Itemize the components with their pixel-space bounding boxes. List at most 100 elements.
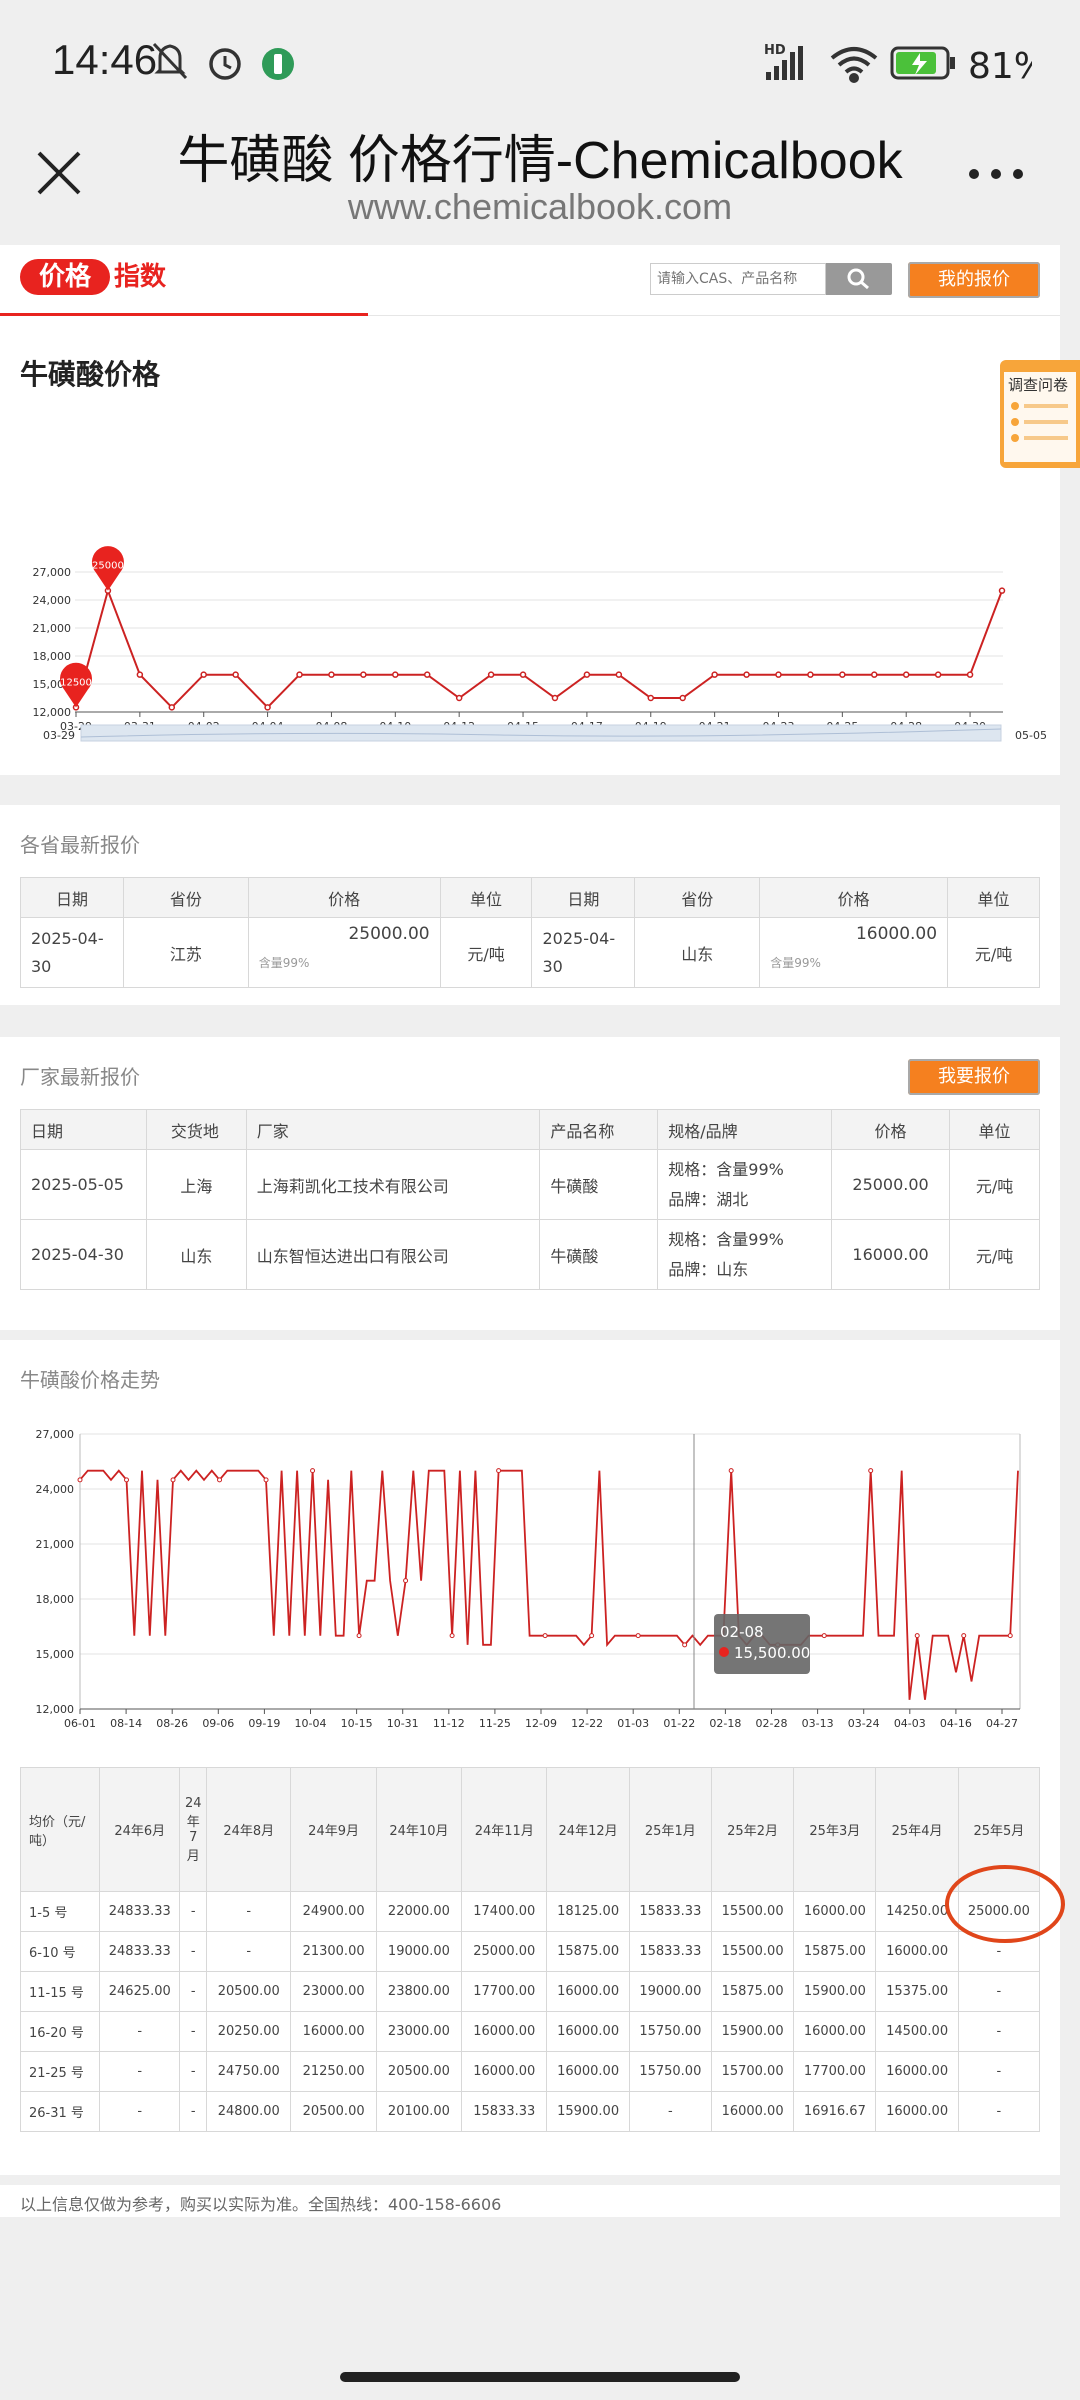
table-row: 21-25 号 - -24750.00 21250.00 20500.00 16000.0… [19,2051,1041,2092]
value-cell: 20250.00 [206,2011,292,2052]
data-point [775,671,782,678]
value-cell: - [179,2011,208,2052]
spec-note: 含量99% [770,956,821,970]
col-header: 日期 [20,1109,147,1150]
col-header: 日期 [531,877,636,918]
tab-price[interactable]: 价格 [20,259,110,295]
data-point [449,1633,455,1639]
data-point [868,1468,874,1474]
data-point [647,694,655,702]
date-cell: 2025-04-30 [20,917,124,988]
value-cell: 16000.00 [710,2091,795,2132]
date-cell: 2025-04-30 [20,1219,147,1290]
y-tick-label: 27,000 [36,1428,75,1441]
date-cell: 2025-04-30 [531,917,636,988]
x-tick-label: 10-15 [341,1717,373,1730]
search-input[interactable] [650,263,826,295]
price-cell: 25000.00 含量99% [247,917,441,988]
zoom-start-label: 03-29 [43,729,75,742]
value-cell: 20500.00 [290,2091,377,2132]
col-header: 厂家 [245,1109,541,1150]
more-options-icon[interactable] [966,164,1026,184]
brand-text: 品牌：山东 [668,1259,749,1279]
data-point [542,1633,548,1639]
value-cell: 15750.00 [628,2011,712,2052]
col-header: 单位 [439,877,533,918]
month-header: 24年11月 [461,1767,548,1892]
search-button[interactable] [826,263,892,295]
col-header: 单位 [947,877,1040,918]
spec-cell: 规格：含量99% 品牌：湖北 [657,1149,833,1220]
value-cell: - [179,2091,208,2132]
value-cell: 20500.00 [375,2051,463,2092]
col-header: 规格/品牌 [657,1109,833,1150]
my-quote-button[interactable]: 我的报价 [908,262,1040,298]
data-point [934,671,942,678]
x-tick-label: 12-09 [525,1717,557,1730]
x-tick-label: 04-16 [940,1717,972,1730]
value-cell: 23000.00 [375,2011,463,2052]
x-tick-label: 01-22 [663,1717,695,1730]
col-header: 产品名称 [539,1109,659,1150]
table-row: 1-5 号 24833.33- -24900.00 22000.00 17400.00 1… [19,1891,1041,1932]
province-panel: 各省最新报价 日期 省份 价格 单位 日期 省份 价格 单位 2025-04-3… [0,805,1060,1005]
product-cell: 牛磺酸 [539,1219,659,1290]
x-tick-label: 01-03 [617,1717,649,1730]
home-indicator[interactable] [340,2372,740,2382]
month-header: 25年2月 [710,1767,795,1892]
table-row: 6-10 号 24833.33- -21300.00 19000.00 25000.00… [19,1931,1041,1972]
data-point [496,1468,502,1474]
col-header: 价格 [247,877,441,918]
data-point [168,704,176,711]
value-cell: 20100.00 [375,2091,463,2132]
data-point [961,1633,967,1639]
x-tick-label: 02-18 [709,1717,741,1730]
data-point [310,1468,316,1474]
x-tick-label: 08-26 [156,1717,188,1730]
data-point [77,1477,83,1483]
submit-quote-button[interactable]: 我要报价 [908,1059,1040,1095]
x-tick-label: 09-06 [202,1717,234,1730]
browser-navbar: 牛磺酸 价格行情-Chemicalbook www.chemicalbook.c… [0,100,1080,245]
col-header: 单位 [949,1109,1040,1150]
value-cell: 16000.00 [546,2011,630,2052]
value-cell: 15833.33 [628,1891,712,1932]
company-cell[interactable]: 上海莉凯化工技术有限公司 [245,1149,541,1220]
month-header: 24年6月 [99,1767,181,1892]
table-row: 16-20 号 - -20250.00 16000.00 23000.00 16000.0… [19,2011,1041,2052]
province-section-title: 各省最新报价 [20,833,140,857]
company-cell[interactable]: 山东智恒达进出口有限公司 [245,1219,541,1290]
data-point [635,1633,641,1639]
data-point [871,671,878,678]
survey-badge[interactable]: 调查问卷 [1000,360,1080,468]
tab-index[interactable]: 指数 [114,259,166,295]
tooltip-marker [719,1647,729,1657]
value-cell: 19000.00 [375,1931,463,1972]
x-tick-label: 04-27 [986,1717,1018,1730]
value-cell: 16000.00 [875,2091,959,2132]
data-point [264,704,271,711]
price-line-chart[interactable]: 12,00015,00018,00021,00024,00027,00003-2… [0,477,1060,769]
value-cell: 14500.00 [875,2011,959,2052]
price-cell: 25000.00 [831,1149,951,1220]
x-tick-label: 03-13 [802,1717,834,1730]
value-cell: 25000.00 [461,1931,548,1972]
month-header: 24年12月 [546,1767,630,1892]
value-cell: 17700.00 [793,2051,877,2092]
value-cell: 16000.00 [875,2051,959,2092]
corner-header: 均价（元/吨） [19,1767,101,1892]
x-tick-label: 10-04 [295,1717,327,1730]
y-tick-label: 24,000 [36,1483,75,1496]
province-cell: 江苏 [122,917,249,988]
x-tick-label: 09-19 [248,1717,280,1730]
search-icon [847,268,869,290]
data-point [966,671,974,678]
data-point [328,671,335,678]
app-notification-icon [262,48,294,80]
table-row: 11-15 号 24625.00-20500.00 23000.00 23800.00… [19,1971,1041,2012]
value-cell: 15375.00 [875,1971,959,2012]
spec-text: 规格：含量99% [668,1229,784,1249]
value-cell: 16000.00 [290,2011,377,2052]
factory-panel: 厂家最新报价 我要报价 日期 交货地 厂家 产品名称 规格/品牌 价格 单位 2… [0,1037,1060,1330]
close-icon[interactable] [34,148,84,198]
